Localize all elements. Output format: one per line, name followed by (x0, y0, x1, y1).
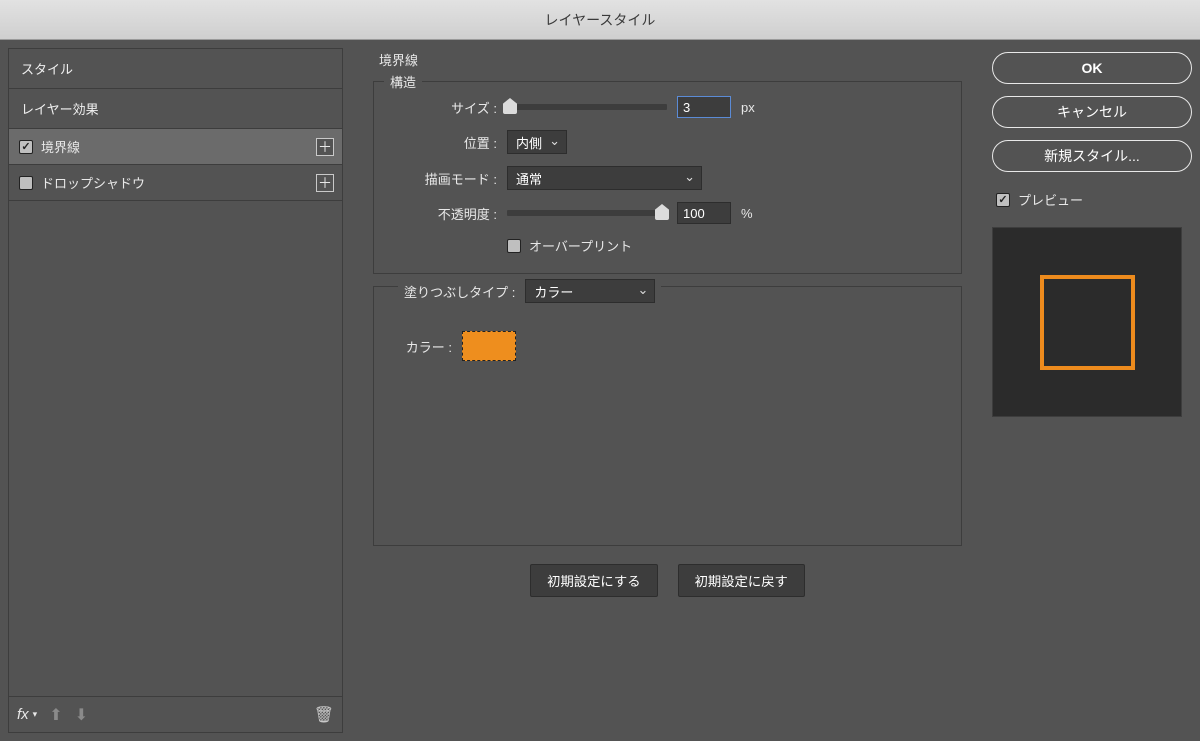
section-title: 境界線 (379, 50, 962, 69)
window-titlebar: レイヤースタイル (0, 0, 1200, 40)
preview-label: プレビュー (1018, 190, 1083, 209)
center-panel: 境界線 構造 サイズ : px 位置 : 内側 描画モード : 通常 不透明度 … (353, 48, 982, 733)
size-unit: px (741, 100, 755, 115)
blendmode-row: 描画モード : 通常 (392, 166, 943, 190)
right-panel: OK キャンセル 新規スタイル... プレビュー (992, 48, 1192, 733)
slider-thumb-icon[interactable] (503, 98, 517, 114)
opacity-unit: % (741, 206, 753, 221)
blendmode-label: 描画モード : (392, 169, 497, 188)
fill-fieldset: 塗りつぶしタイプ : カラー カラー : (373, 286, 962, 546)
default-buttons-row: 初期設定にする 初期設定に戻す (373, 564, 962, 597)
style-item-label: 境界線 (41, 137, 80, 156)
add-effect-icon[interactable]: ＋ (316, 138, 334, 156)
fill-type-select[interactable]: カラー (525, 279, 655, 303)
checkbox-icon[interactable] (19, 140, 33, 154)
make-default-button[interactable]: 初期設定にする (530, 564, 657, 597)
overprint-row: オーバープリント (507, 236, 943, 255)
style-item-stroke[interactable]: 境界線 ＋ (9, 129, 342, 165)
trash-icon[interactable]: 🗑 (314, 705, 334, 725)
size-input[interactable] (677, 96, 731, 118)
preview-box (992, 227, 1182, 417)
opacity-label: 不透明度 : (392, 204, 497, 223)
move-down-icon[interactable]: ⬇ (75, 705, 88, 725)
overprint-label: オーバープリント (529, 236, 632, 255)
move-up-icon[interactable]: ⬆ (49, 705, 62, 725)
position-label: 位置 : (392, 133, 497, 152)
preview-swatch (1040, 275, 1135, 370)
dialog-content: スタイル レイヤー効果 境界線 ＋ ドロップシャドウ ＋ fx ▾ ⬆ ⬇ 🗑 … (0, 40, 1200, 741)
blendmode-select[interactable]: 通常 (507, 166, 702, 190)
structure-legend: 構造 (384, 72, 422, 91)
size-slider[interactable] (507, 104, 667, 110)
styles-header[interactable]: スタイル (9, 49, 342, 89)
opacity-row: 不透明度 : % (392, 202, 943, 224)
structure-fieldset: 構造 サイズ : px 位置 : 内側 描画モード : 通常 不透明度 : % (373, 81, 962, 274)
style-item-label: ドロップシャドウ (41, 173, 145, 192)
color-label: カラー : (392, 337, 452, 356)
layer-effects-header[interactable]: レイヤー効果 (9, 89, 342, 129)
checkbox-icon[interactable] (507, 239, 521, 253)
add-effect-icon[interactable]: ＋ (316, 174, 334, 192)
position-select[interactable]: 内側 (507, 130, 567, 154)
left-panel: スタイル レイヤー効果 境界線 ＋ ドロップシャドウ ＋ fx ▾ ⬆ ⬇ 🗑 (8, 48, 343, 733)
styles-list: スタイル レイヤー効果 境界線 ＋ ドロップシャドウ ＋ (8, 48, 343, 697)
styles-toolbar: fx ▾ ⬆ ⬇ 🗑 (8, 697, 343, 733)
reset-default-button[interactable]: 初期設定に戻す (678, 564, 805, 597)
fill-type-label: 塗りつぶしタイプ : (404, 282, 515, 301)
position-row: 位置 : 内側 (392, 130, 943, 154)
cancel-button[interactable]: キャンセル (992, 96, 1192, 128)
size-label: サイズ : (392, 98, 497, 117)
checkbox-icon[interactable] (19, 176, 33, 190)
style-item-dropshadow[interactable]: ドロップシャドウ ＋ (9, 165, 342, 201)
chevron-down-icon[interactable]: ▾ (33, 709, 38, 720)
opacity-slider[interactable] (507, 210, 667, 216)
fx-menu-icon[interactable]: fx (17, 706, 29, 723)
new-style-button[interactable]: 新規スタイル... (992, 140, 1192, 172)
slider-thumb-icon[interactable] (655, 204, 669, 220)
color-swatch[interactable] (462, 331, 516, 361)
color-row: カラー : (392, 331, 943, 361)
opacity-input[interactable] (677, 202, 731, 224)
ok-button[interactable]: OK (992, 52, 1192, 84)
size-row: サイズ : px (392, 96, 943, 118)
preview-toggle-row: プレビュー (996, 190, 1192, 209)
checkbox-icon[interactable] (996, 193, 1010, 207)
window-title: レイヤースタイル (545, 10, 656, 30)
